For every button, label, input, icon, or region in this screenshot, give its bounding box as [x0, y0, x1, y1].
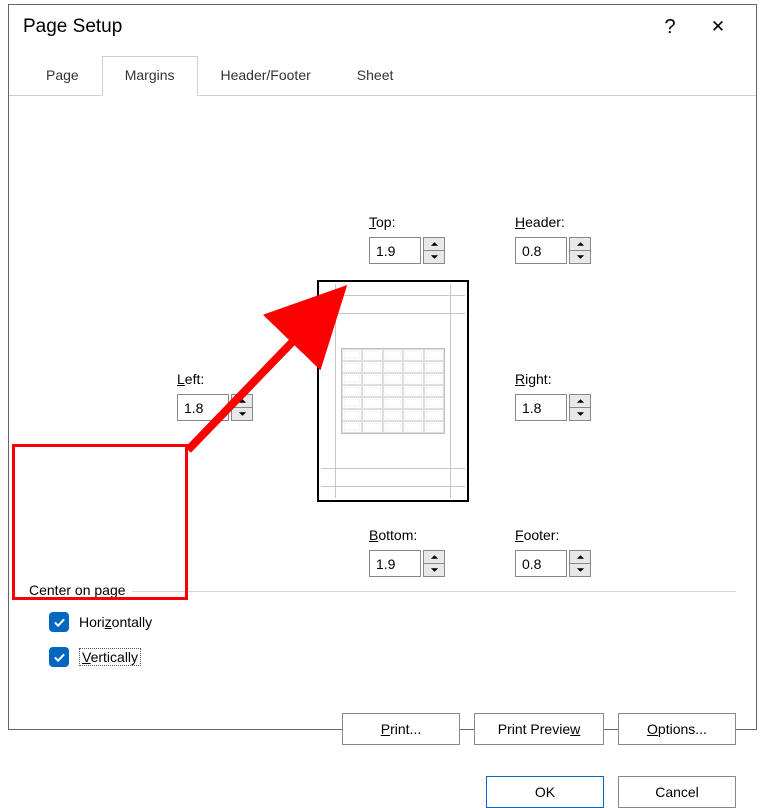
spin-down-top[interactable]	[424, 251, 444, 263]
spin-down-bottom[interactable]	[424, 564, 444, 576]
input-left[interactable]	[177, 394, 229, 421]
label-header: Header:	[515, 214, 565, 230]
tab-header-footer[interactable]: Header/Footer	[198, 56, 334, 96]
page-preview-icon	[317, 280, 469, 502]
section-divider	[29, 591, 736, 592]
checkbox-vertically[interactable]	[49, 647, 69, 667]
label-bottom: Bottom:	[369, 527, 417, 543]
spin-up-bottom[interactable]	[424, 551, 444, 564]
label-top: Top:	[369, 214, 395, 230]
input-bottom[interactable]	[369, 550, 421, 577]
input-top[interactable]	[369, 237, 421, 264]
dialog-title: Page Setup	[23, 16, 646, 38]
tab-content-margins: Top: Header: Left: Right:	[9, 96, 756, 729]
spin-down-footer[interactable]	[570, 564, 590, 576]
spin-up-top[interactable]	[424, 238, 444, 251]
tabstrip: Page Margins Header/Footer Sheet	[9, 49, 756, 96]
input-header[interactable]	[515, 237, 567, 264]
tab-page[interactable]: Page	[23, 56, 102, 96]
help-button[interactable]: ?	[646, 16, 694, 39]
label-right: Right:	[515, 371, 552, 387]
tab-sheet[interactable]: Sheet	[334, 56, 417, 96]
spin-up-header[interactable]	[570, 238, 590, 251]
spinner-right	[515, 394, 593, 421]
spin-down-left[interactable]	[232, 408, 252, 420]
titlebar: Page Setup ? ✕	[9, 5, 756, 49]
spinner-left	[177, 394, 255, 421]
input-right[interactable]	[515, 394, 567, 421]
print-button[interactable]: Print...	[342, 713, 460, 745]
spinner-bottom	[369, 550, 447, 577]
spinner-top	[369, 237, 447, 264]
page-setup-dialog: Page Setup ? ✕ Page Margins Header/Foote…	[8, 4, 757, 730]
label-horizontally: Horizontally	[79, 614, 152, 630]
label-center-on-page: Center on page	[29, 582, 132, 598]
spin-down-right[interactable]	[570, 408, 590, 420]
cancel-button[interactable]: Cancel	[618, 776, 736, 808]
spin-down-header[interactable]	[570, 251, 590, 263]
checkbox-horizontally[interactable]	[49, 612, 69, 632]
button-row-actions: Print... Print Preview Options...	[342, 713, 736, 745]
spinner-header	[515, 237, 593, 264]
checkbox-row-horizontally[interactable]: Horizontally	[49, 612, 152, 632]
button-row-confirm: OK Cancel	[486, 776, 736, 808]
spin-up-right[interactable]	[570, 395, 590, 408]
spin-up-footer[interactable]	[570, 551, 590, 564]
print-preview-button[interactable]: Print Preview	[474, 713, 604, 745]
label-vertically: Vertically	[79, 648, 141, 666]
tab-margins[interactable]: Margins	[102, 56, 198, 96]
spinner-footer	[515, 550, 593, 577]
options-button[interactable]: Options...	[618, 713, 736, 745]
close-button[interactable]: ✕	[694, 17, 742, 37]
label-left: Left:	[177, 371, 204, 387]
spin-up-left[interactable]	[232, 395, 252, 408]
label-footer: Footer:	[515, 527, 559, 543]
checkbox-row-vertically[interactable]: Vertically	[49, 647, 141, 667]
ok-button[interactable]: OK	[486, 776, 604, 808]
input-footer[interactable]	[515, 550, 567, 577]
